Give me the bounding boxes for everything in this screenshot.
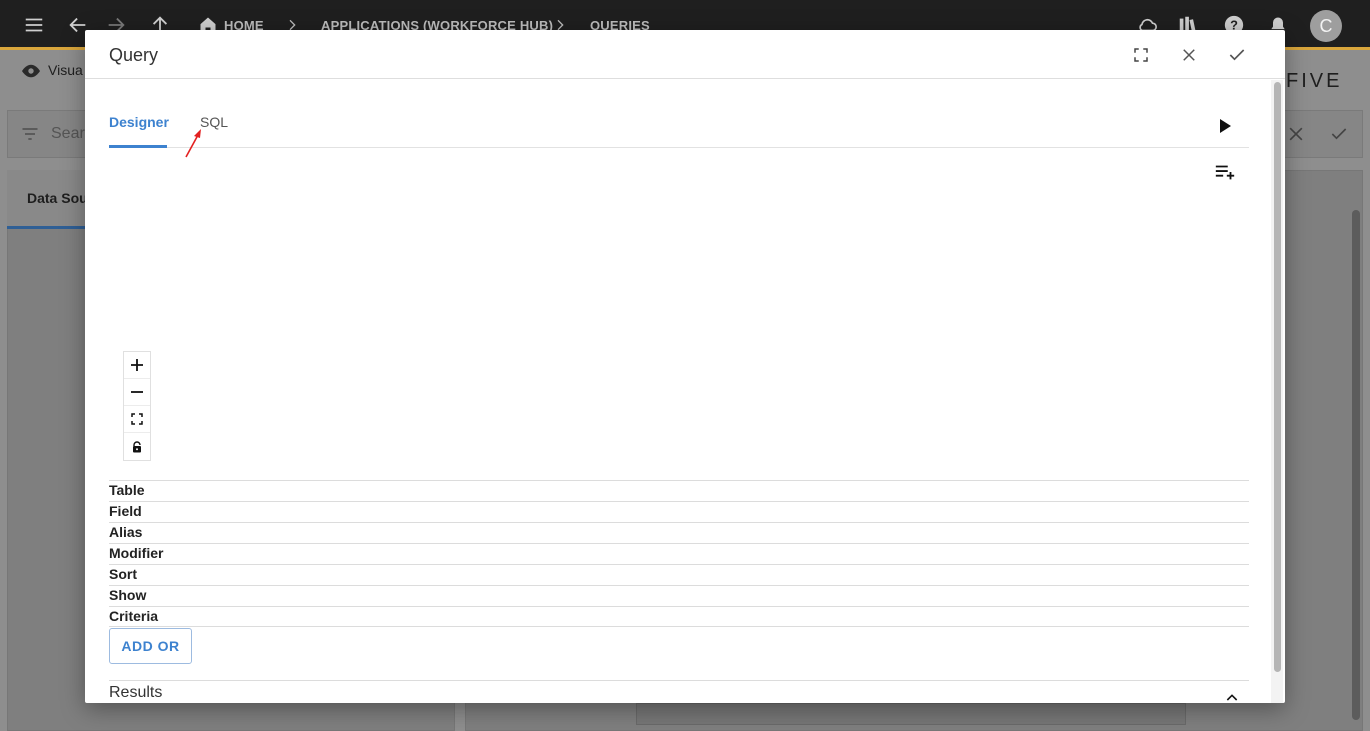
- filter-icon: [20, 124, 40, 149]
- zoom-in-icon[interactable]: [124, 352, 150, 379]
- fit-icon[interactable]: [124, 406, 150, 433]
- grid-row-alias: Alias: [109, 522, 1249, 543]
- check-icon: [1329, 124, 1349, 149]
- grid-row-modifier: Modifier: [109, 543, 1249, 564]
- zoom-controls: [123, 351, 151, 461]
- dialog-header: Query: [85, 30, 1285, 79]
- grid-row-show: Show: [109, 585, 1249, 606]
- background-search-placeholder: Sear: [51, 125, 85, 142]
- eye-icon: [20, 62, 42, 85]
- brand-logo: FIVE: [1286, 70, 1343, 92]
- query-grid: Table Field Alias Modifier Sort Show Cri…: [109, 480, 1249, 627]
- close-icon[interactable]: [1176, 42, 1202, 68]
- background-scrollbar: [1352, 210, 1360, 720]
- zoom-out-icon[interactable]: [124, 379, 150, 406]
- grid-row-table: Table: [109, 480, 1249, 501]
- results-label: Results: [109, 684, 163, 701]
- grid-row-field: Field: [109, 501, 1249, 522]
- background-tab-underline: [7, 226, 87, 229]
- annotation-arrow: [185, 129, 201, 158]
- avatar[interactable]: C: [1310, 10, 1342, 42]
- tab-designer[interactable]: Designer: [109, 114, 169, 130]
- lock-icon[interactable]: [124, 433, 150, 460]
- query-dialog: Query Designer SQL Table Field Alias Mod…: [85, 30, 1285, 703]
- add-or-button[interactable]: ADD OR: [109, 628, 192, 664]
- grid-row-sort: Sort: [109, 564, 1249, 585]
- grid-row-criteria: Criteria: [109, 606, 1249, 627]
- results-divider: [109, 680, 1249, 681]
- dialog-title: Query: [109, 45, 159, 65]
- dialog-scrollbar-thumb[interactable]: [1274, 82, 1281, 672]
- background-tab-label: Data Sou: [27, 190, 88, 206]
- check-icon[interactable]: [1224, 42, 1250, 68]
- view-label: Visua: [48, 62, 83, 78]
- active-tab-indicator: [109, 145, 167, 148]
- chevron-up-icon[interactable]: [1220, 686, 1244, 703]
- background-bottom-box: [636, 703, 1186, 725]
- close-icon: [1286, 124, 1306, 149]
- play-icon[interactable]: [1213, 114, 1237, 138]
- playlist-add-icon[interactable]: [1213, 160, 1237, 184]
- fullscreen-icon[interactable]: [1128, 42, 1154, 68]
- query-tabs: Designer SQL: [109, 108, 1249, 148]
- menu-icon[interactable]: [22, 13, 46, 37]
